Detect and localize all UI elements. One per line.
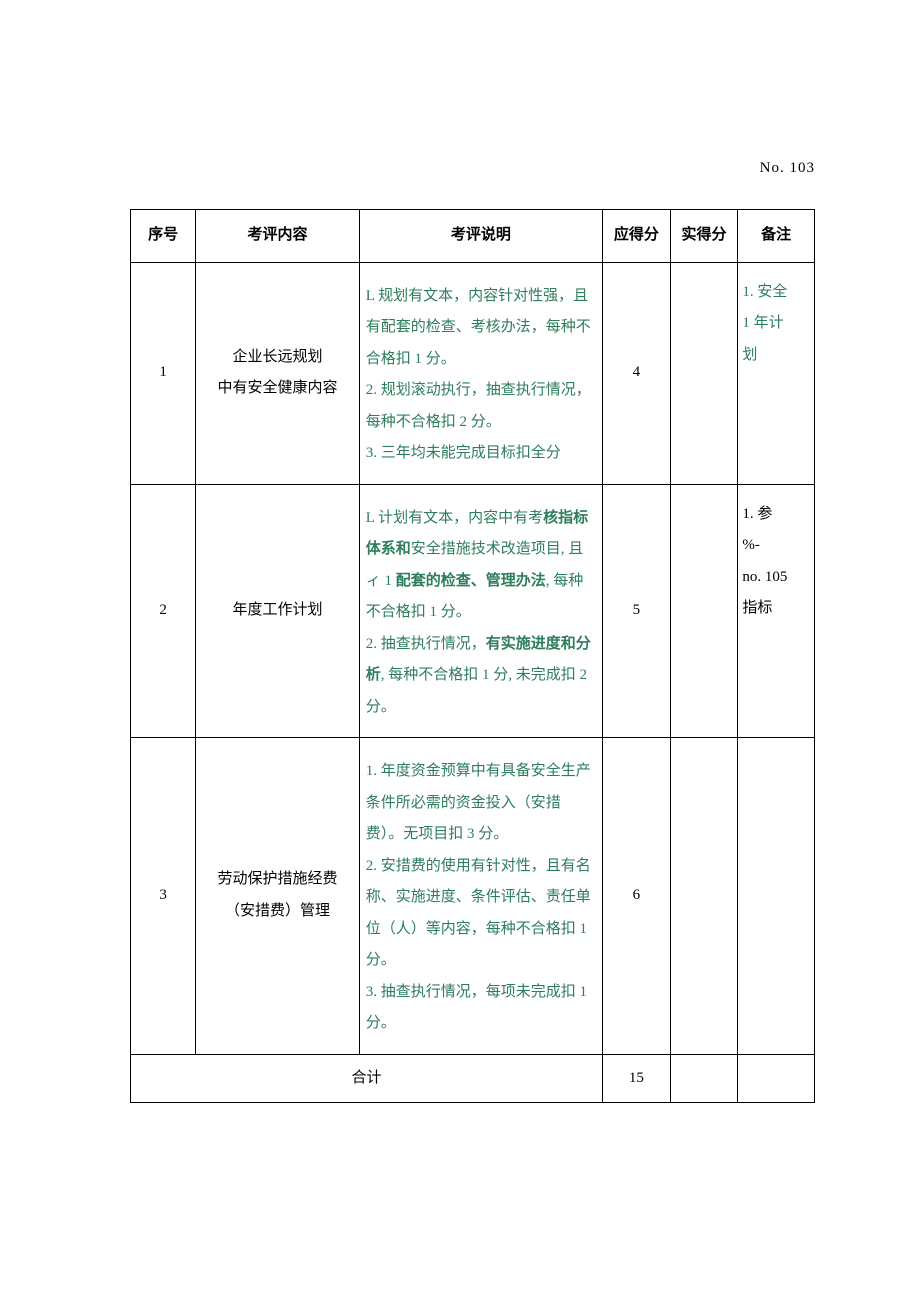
desc-text: 3. 三年均未能完成目标扣全分 (366, 445, 561, 461)
desc-text: 2. 安措费的使用有针对性，且有名称、实施进度、条件评估、责任单位（人）等内容，… (366, 858, 591, 969)
total-due: 15 (603, 1054, 671, 1103)
assessment-table: 序号 考评内容 考评说明 应得分 实得分 备注 1 企业长远规划 中有安全健康内… (130, 209, 815, 1103)
header-got: 实得分 (670, 210, 738, 263)
desc-text: 2. 抽查执行情况， (366, 636, 486, 652)
cell-idx: 1 (131, 262, 196, 484)
cell-due: 4 (603, 262, 671, 484)
cell-item: 年度工作计划 (196, 484, 359, 738)
item-line: 劳动保护措施经费 (218, 871, 338, 887)
header-note: 备注 (738, 210, 815, 263)
item-line: 企业长远规划 (233, 349, 323, 365)
table-row: 2 年度工作计划 L 计划有文本，内容中有考核指标体系和安全措施技术改造项目, … (131, 484, 815, 738)
note-line: 1. 安全 (742, 284, 787, 300)
page-number: No. 103 (130, 160, 815, 177)
desc-text: 2. 规划滚动执行，抽查执行情况，每种不合格扣 2 分。 (366, 382, 591, 430)
desc-bold: 配套的检查、管理办法 (392, 573, 546, 589)
header-item: 考评内容 (196, 210, 359, 263)
total-note (738, 1054, 815, 1103)
cell-due: 6 (603, 738, 671, 1055)
cell-got (670, 484, 738, 738)
note-line: %- (742, 537, 760, 553)
cell-note (738, 738, 815, 1055)
item-line: 中有安全健康内容 (218, 380, 338, 396)
note-line: no. 105 (742, 569, 787, 585)
header-idx: 序号 (131, 210, 196, 263)
note-line: 指标 (742, 600, 772, 616)
table-row: 3 劳动保护措施经费 （安措费）管理 1. 年度资金预算中有具备安全生产条件所必… (131, 738, 815, 1055)
cell-due: 5 (603, 484, 671, 738)
note-line: 1 年计 (742, 315, 783, 331)
cell-got (670, 738, 738, 1055)
note-line: 划 (742, 347, 757, 363)
desc-text: L 规划有文本，内容针对性强，且有配套的检查、考核办法，每种不合格扣 1 分。 (366, 288, 591, 367)
desc-text: 1. 年度资金预算中有具备安全生产条件所必需的资金投入（安措费）。无项目扣 3 … (366, 763, 591, 842)
cell-note: 1. 参 %- no. 105 指标 (738, 484, 815, 738)
cell-item: 企业长远规划 中有安全健康内容 (196, 262, 359, 484)
header-desc: 考评说明 (359, 210, 602, 263)
total-got (670, 1054, 738, 1103)
cell-idx: 3 (131, 738, 196, 1055)
table-row: 1 企业长远规划 中有安全健康内容 L 规划有文本，内容针对性强，且有配套的检查… (131, 262, 815, 484)
desc-text: 3. 抽查执行情况，每项未完成扣 1 分。 (366, 984, 587, 1032)
cell-desc: 1. 年度资金预算中有具备安全生产条件所必需的资金投入（安措费）。无项目扣 3 … (359, 738, 602, 1055)
cell-idx: 2 (131, 484, 196, 738)
cell-desc: L 计划有文本，内容中有考核指标体系和安全措施技术改造项目, 且ィ 1 配套的检… (359, 484, 602, 738)
cell-item: 劳动保护措施经费 （安措费）管理 (196, 738, 359, 1055)
desc-text: , 每种不合格扣 1 分, 未完成扣 2 分。 (366, 667, 587, 715)
cell-note: 1. 安全 1 年计 划 (738, 262, 815, 484)
desc-text: L 计划有文本，内容中有考 (366, 510, 543, 526)
note-line: 1. 参 (742, 506, 772, 522)
item-line: （安措费）管理 (225, 903, 330, 919)
table-total-row: 合计 15 (131, 1054, 815, 1103)
total-label: 合计 (131, 1054, 603, 1103)
cell-got (670, 262, 738, 484)
cell-desc: L 规划有文本，内容针对性强，且有配套的检查、考核办法，每种不合格扣 1 分。 … (359, 262, 602, 484)
table-header-row: 序号 考评内容 考评说明 应得分 实得分 备注 (131, 210, 815, 263)
header-due: 应得分 (603, 210, 671, 263)
